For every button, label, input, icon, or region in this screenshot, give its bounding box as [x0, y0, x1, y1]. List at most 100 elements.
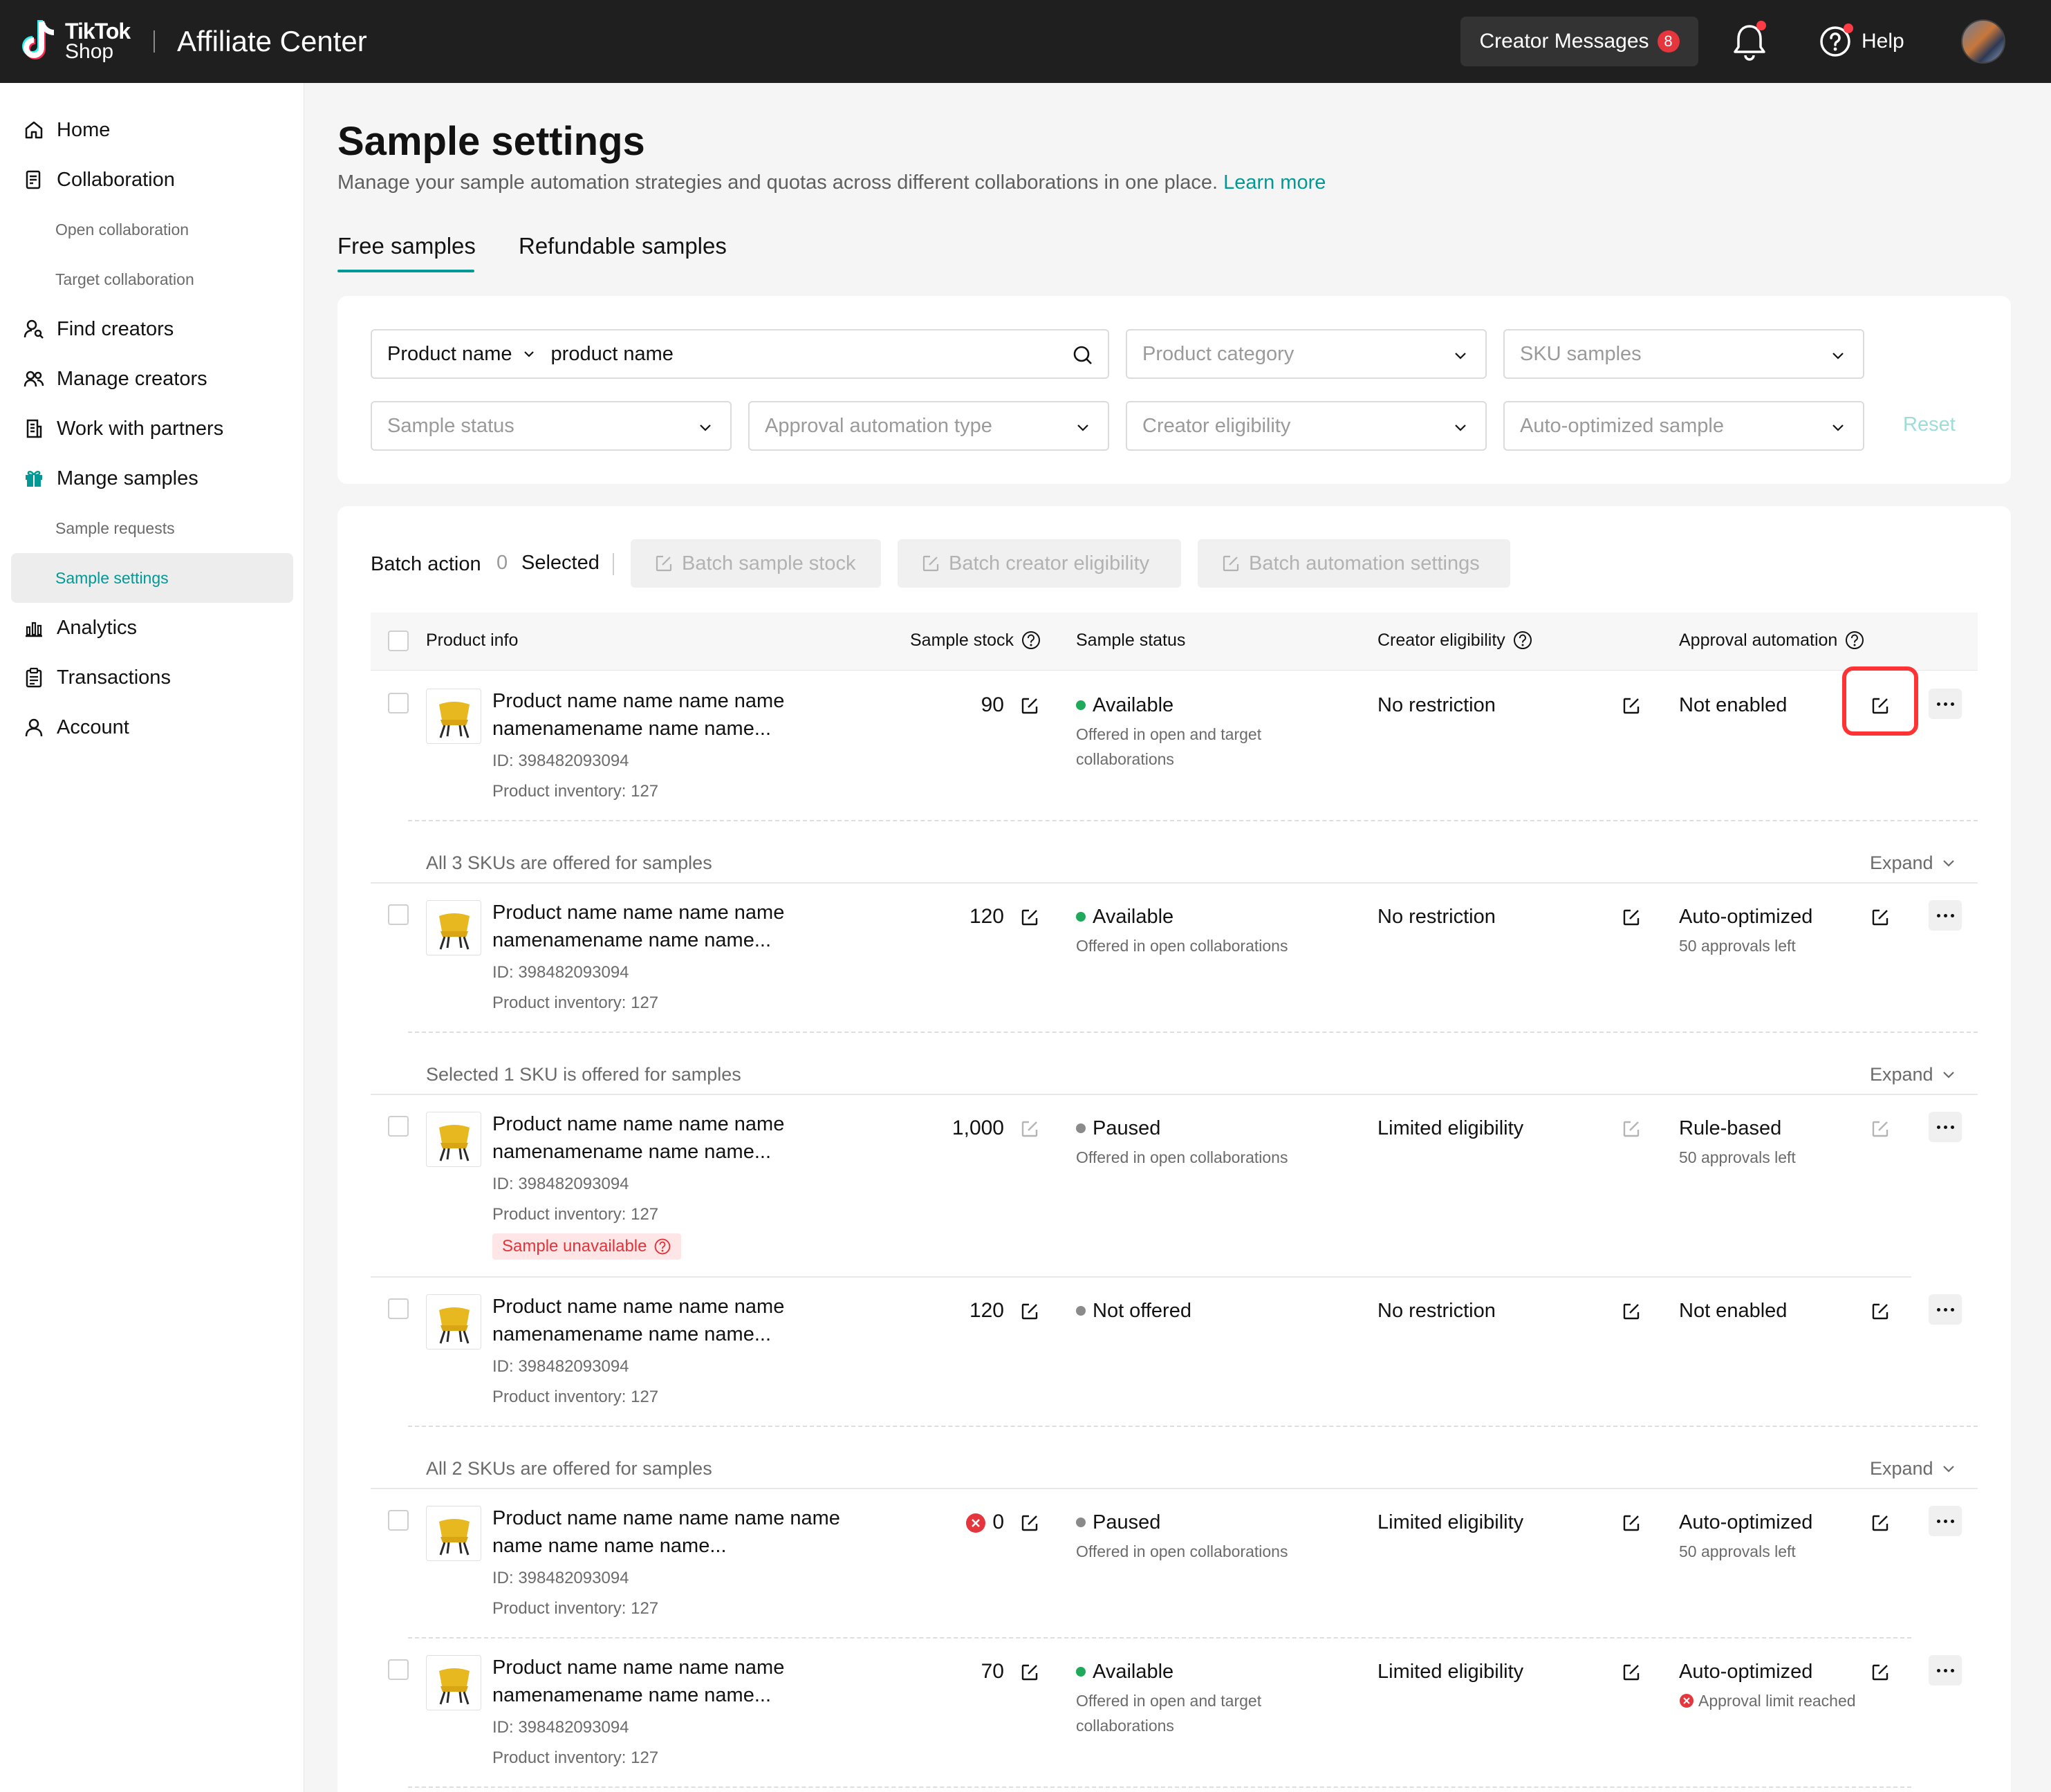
logo-line2: Shop — [65, 40, 114, 63]
creator-eligibility-value: Limited eligibility — [1377, 1661, 1524, 1683]
edit-eligibility-icon[interactable] — [1621, 1513, 1642, 1533]
product-name[interactable]: Product name name name name namenamename … — [492, 1654, 880, 1709]
edit-approval-icon[interactable] — [1870, 1662, 1891, 1683]
sidebar-item-target-collaboration[interactable]: Target collaboration — [11, 254, 293, 304]
more-actions-button[interactable] — [1929, 1655, 1962, 1686]
sidebar-item-manage-creators[interactable]: Manage creators — [11, 354, 293, 404]
edit-approval-icon[interactable] — [1870, 1119, 1891, 1139]
help-circle-icon[interactable] — [1021, 630, 1041, 651]
column-approval-automation: Approval automation — [1679, 629, 1865, 651]
status-dot — [1076, 1306, 1086, 1316]
status-detail: Offered in open collaborations — [1076, 1148, 1288, 1166]
status-dot — [1076, 1518, 1086, 1527]
help-circle-icon[interactable] — [653, 1238, 671, 1256]
tab-free-samples[interactable]: Free samples — [337, 231, 476, 261]
product-id: ID: 398482093094 — [492, 963, 629, 982]
auto-optimized-sample-select[interactable]: Auto-optimized sample — [1503, 401, 1864, 451]
account-icon — [24, 717, 44, 738]
sidebar-item-home[interactable]: Home — [11, 105, 293, 155]
product-name[interactable]: Product name name name name namenamename … — [492, 1110, 880, 1166]
expand-skus-button[interactable]: Expand — [1870, 850, 1956, 875]
edit-eligibility-icon[interactable] — [1621, 696, 1642, 716]
tab-refundable-samples[interactable]: Refundable samples — [519, 231, 727, 261]
row-checkbox[interactable] — [388, 904, 409, 925]
notifications-bell-icon[interactable] — [1730, 21, 1769, 62]
edit-approval-icon[interactable] — [1870, 907, 1891, 928]
sidebar-item-collaboration[interactable]: Collaboration — [11, 155, 293, 205]
product-inventory: Product inventory: 127 — [492, 782, 659, 801]
tiktok-shop-logo[interactable]: TikTok Shop — [21, 17, 138, 66]
approval-automation-value: Auto-optimized — [1679, 906, 1813, 928]
more-actions-button[interactable] — [1929, 1112, 1962, 1142]
select-all-checkbox[interactable] — [388, 631, 409, 651]
edit-approval-icon[interactable] — [1870, 1513, 1891, 1533]
approvals-left: 50 approvals left — [1679, 937, 1796, 955]
approval-edit-highlight — [1842, 666, 1918, 736]
batch-creator-eligibility-button[interactable]: Batch creator eligibility — [898, 539, 1181, 588]
sidebar-item-transactions[interactable]: Transactions — [11, 653, 293, 702]
product-search-field[interactable]: Product name product name — [371, 329, 1109, 379]
messages-count-badge: 8 — [1657, 30, 1680, 53]
help-button[interactable]: Help — [1819, 21, 1904, 62]
creator-eligibility-value: No restriction — [1377, 694, 1496, 716]
expand-skus-button[interactable]: Expand — [1870, 1456, 1956, 1481]
row-checkbox[interactable] — [388, 1298, 409, 1319]
sidebar-item-sample-requests[interactable]: Sample requests — [11, 503, 293, 553]
expand-skus-button[interactable]: Expand — [1870, 1062, 1956, 1087]
product-name[interactable]: Product name name name name name name nam… — [492, 1504, 880, 1560]
sidebar-item-work-with-partners[interactable]: Work with partners — [11, 404, 293, 454]
analytics-icon — [24, 617, 44, 638]
edit-eligibility-icon[interactable] — [1621, 1119, 1642, 1139]
sidebar-item-manage-samples[interactable]: Mange samples — [11, 454, 293, 503]
more-actions-button[interactable] — [1929, 1506, 1962, 1536]
sku-samples-select[interactable]: SKU samples — [1503, 329, 1864, 379]
product-category-select[interactable]: Product category — [1126, 329, 1487, 379]
learn-more-link[interactable]: Learn more — [1223, 171, 1326, 194]
edit-stock-icon[interactable] — [1019, 907, 1040, 928]
row-checkbox[interactable] — [388, 1659, 409, 1680]
edit-approval-icon[interactable] — [1870, 1301, 1891, 1322]
edit-stock-icon[interactable] — [1019, 1662, 1040, 1683]
status-detail: Offered in open and target collaborations — [1076, 1692, 1262, 1735]
help-circle-icon[interactable] — [1512, 630, 1533, 651]
search-input[interactable]: product name — [551, 343, 674, 366]
creator-messages-button[interactable]: Creator Messages 8 — [1460, 17, 1698, 66]
page-description: Manage your sample automation strategies… — [337, 171, 1326, 194]
more-actions-button[interactable] — [1929, 900, 1962, 931]
row-checkbox[interactable] — [388, 1116, 409, 1137]
more-actions-button[interactable] — [1929, 689, 1962, 719]
sidebar-item-open-collaboration[interactable]: Open collaboration — [11, 205, 293, 254]
search-icon[interactable] — [1072, 344, 1094, 366]
row-checkbox[interactable] — [388, 1510, 409, 1531]
reset-button[interactable]: Reset — [1903, 413, 1956, 436]
edit-stock-icon[interactable] — [1019, 1301, 1040, 1322]
status-detail: Offered in open collaborations — [1076, 1542, 1288, 1560]
product-name[interactable]: Product name name name name namenamename … — [492, 1293, 880, 1348]
edit-stock-icon[interactable] — [1019, 696, 1040, 716]
edit-eligibility-icon[interactable] — [1621, 1301, 1642, 1322]
user-avatar[interactable] — [1961, 19, 2005, 64]
sidebar-item-find-creators[interactable]: Find creators — [11, 304, 293, 354]
edit-eligibility-icon[interactable] — [1621, 907, 1642, 928]
search-type-select[interactable]: Product name — [387, 343, 536, 366]
sidebar-item-account[interactable]: Account — [11, 702, 293, 752]
batch-automation-settings-button[interactable]: Batch automation settings — [1198, 539, 1510, 588]
row-separator — [371, 1488, 1978, 1489]
product-name[interactable]: Product name name name name namenamename … — [492, 687, 880, 743]
help-circle-icon[interactable] — [1844, 630, 1865, 651]
product-id: ID: 398482093094 — [492, 1175, 629, 1193]
edit-stock-icon[interactable] — [1019, 1513, 1040, 1533]
batch-sample-stock-button[interactable]: Batch sample stock — [631, 539, 881, 588]
product-id: ID: 398482093094 — [492, 752, 629, 770]
edit-stock-icon[interactable] — [1019, 1119, 1040, 1139]
edit-eligibility-icon[interactable] — [1621, 1662, 1642, 1683]
product-name[interactable]: Product name name name name namenamename … — [492, 899, 880, 954]
sidebar-item-analytics[interactable]: Analytics — [11, 603, 293, 653]
row-checkbox[interactable] — [388, 693, 409, 713]
sample-status-select[interactable]: Sample status — [371, 401, 732, 451]
creator-eligibility-select[interactable]: Creator eligibility — [1126, 401, 1487, 451]
sidebar-item-sample-settings[interactable]: Sample settings — [11, 553, 293, 603]
find-creators-icon — [24, 319, 44, 339]
more-actions-button[interactable] — [1929, 1294, 1962, 1325]
approval-automation-type-select[interactable]: Approval automation type — [748, 401, 1109, 451]
